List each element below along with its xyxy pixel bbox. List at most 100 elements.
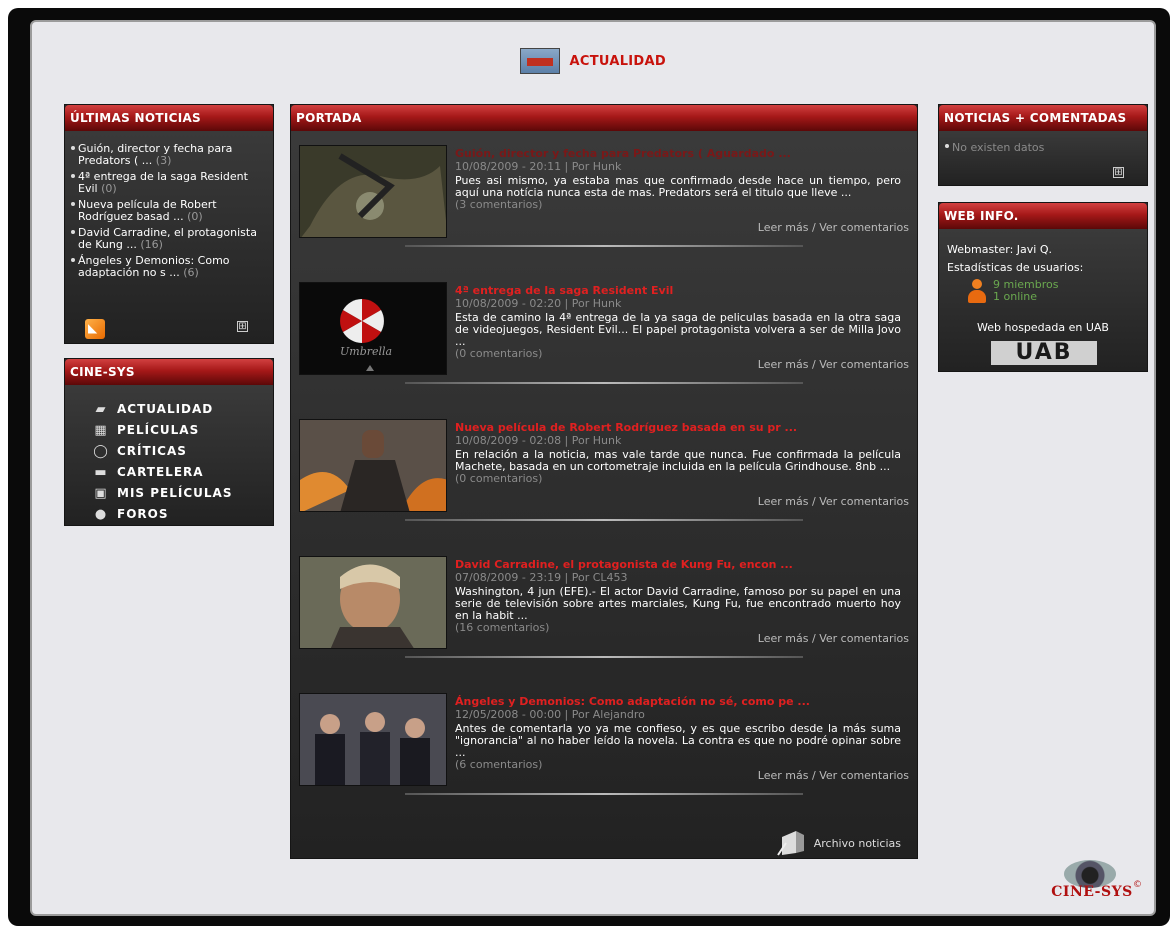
news-icon: ▰ — [95, 401, 107, 417]
article-links: Leer más / Ver comentarios — [757, 221, 909, 234]
read-more-link[interactable]: Leer más — [758, 221, 809, 234]
read-more-link[interactable]: Leer más — [758, 495, 809, 508]
see-comments-link[interactable]: Ver comentarios — [819, 358, 909, 371]
latest-news-item[interactable]: Guión, director y fecha para Predators (… — [71, 143, 267, 167]
article-links: Leer más / Ver comentarios — [757, 358, 909, 371]
menu-item-peliculas[interactable]: ▦ PELÍCULAS — [91, 420, 273, 441]
front-page-body: Guión, director y fecha para Predators (… — [291, 131, 917, 858]
latest-news-item[interactable]: David Carradine, el protagonista de Kung… — [71, 227, 267, 251]
billboard-icon: ▬ — [94, 464, 108, 480]
article-meta: 10/08/2009 - 20:11 | Por Hunk — [455, 160, 622, 173]
article-thumbnail[interactable] — [299, 419, 447, 512]
article-meta: 07/08/2009 - 23:19 | Por CL453 — [455, 571, 628, 584]
expand-icon[interactable]: ⊞ — [237, 321, 248, 332]
article: Umbrella 4ª entrega de la saga Resident … — [299, 278, 909, 415]
article-summary: Esta de camino la 4ª entrega de la ya sa… — [455, 311, 901, 348]
article-links: Leer más / Ver comentarios — [757, 632, 909, 645]
see-comments-link[interactable]: Ver comentarios — [819, 221, 909, 234]
article-thumbnail[interactable]: Umbrella — [299, 282, 447, 375]
see-comments-link[interactable]: Ver comentarios — [819, 495, 909, 508]
archive-link[interactable]: Archivo noticias — [776, 829, 901, 857]
page-container: ACTUALIDAD ÚLTIMAS NOTICIAS Guión, direc… — [30, 20, 1156, 916]
article-title[interactable]: Guión, director y fecha para Predators (… — [455, 147, 901, 160]
expand-icon[interactable]: ⊞ — [1113, 167, 1124, 178]
web-info-body: Webmaster: Javi Q. Estadísticas de usuar… — [939, 229, 1147, 371]
article-links: Leer más / Ver comentarios — [757, 495, 909, 508]
latest-news-item[interactable]: 4ª entrega de la saga Resident Evil (0) — [71, 171, 267, 195]
article-title[interactable]: 4ª entrega de la saga Resident Evil — [455, 284, 901, 297]
archive-icon — [776, 829, 808, 857]
uab-logo[interactable]: UAB — [991, 341, 1097, 365]
read-more-link[interactable]: Leer más — [758, 632, 809, 645]
most-commented-panel: NOTICIAS + COMENTADAS No existen datos ⊞ — [938, 104, 1148, 186]
article-content: Nueva película de Robert Rodríguez basad… — [455, 421, 901, 485]
see-comments-link[interactable]: Ver comentarios — [819, 769, 909, 782]
article-comment-count: (3 comentarios) — [455, 198, 543, 211]
svg-text:Umbrella: Umbrella — [340, 345, 392, 358]
article-summary: Washington, 4 jun (EFE).- El actor David… — [455, 585, 901, 622]
article-meta: 10/08/2009 - 02:08 | Por Hunk — [455, 434, 622, 447]
latest-news-body: Guión, director y fecha para Predators (… — [65, 131, 273, 343]
web-info-panel: WEB INFO. Webmaster: Javi Q. Estadística… — [938, 202, 1148, 372]
archive-label[interactable]: Archivo noticias — [814, 837, 901, 850]
no-data-text: No existen datos — [945, 141, 1141, 154]
main-menu-panel: CINE-SYS ▰ ACTUALIDAD ▦ PELÍCULAS ◯ CRÍTICA… — [64, 358, 274, 526]
article-summary: En relación a la noticia, mas vale tarde… — [455, 448, 901, 473]
most-commented-title: NOTICIAS + COMENTADAS — [939, 105, 1147, 131]
menu-item-foros[interactable]: ● FOROS — [91, 504, 273, 525]
article-title[interactable]: Ángeles y Demonios: Como adaptación no s… — [455, 695, 901, 708]
hosted-text: Web hospedada en UAB — [977, 321, 1109, 334]
my-movies-icon: ▣ — [94, 485, 108, 501]
menu-item-cartelera[interactable]: ▬ CARTELERA — [91, 462, 273, 483]
article-thumbnail[interactable] — [299, 693, 447, 786]
menu-item-actualidad[interactable]: ▰ ACTUALIDAD — [91, 399, 273, 420]
divider — [405, 656, 803, 658]
article-summary: Pues asi mismo, ya estaba mas que confir… — [455, 174, 901, 199]
latest-news-item[interactable]: Nueva película de Robert Rodríguez basad… — [71, 199, 267, 223]
article-title[interactable]: Nueva película de Robert Rodríguez basad… — [455, 421, 901, 434]
article-content: 4ª entrega de la saga Resident Evil 10/0… — [455, 284, 901, 360]
article-meta: 10/08/2009 - 02:20 | Por Hunk — [455, 297, 622, 310]
article-thumbnail[interactable] — [299, 556, 447, 649]
user-stats: 9 miembros 1 online — [967, 279, 1058, 305]
article: Ángeles y Demonios: Como adaptación no s… — [299, 689, 909, 826]
read-more-link[interactable]: Leer más — [758, 769, 809, 782]
article: David Carradine, el protagonista de Kung… — [299, 552, 909, 689]
news-icon — [520, 48, 561, 74]
divider — [405, 382, 803, 384]
divider — [405, 793, 803, 795]
read-more-link[interactable]: Leer más — [758, 358, 809, 371]
most-commented-body: No existen datos ⊞ — [939, 131, 1147, 185]
main-menu-title: CINE-SYS — [65, 359, 273, 385]
front-page-title: PORTADA — [291, 105, 917, 131]
main-menu: ▰ ACTUALIDAD ▦ PELÍCULAS ◯ CRÍTICAS ▬ CARTEL… — [91, 399, 273, 525]
online-count: 1 online — [993, 290, 1038, 303]
article: Guión, director y fecha para Predators (… — [299, 141, 909, 278]
rss-icon[interactable] — [85, 319, 105, 339]
divider — [405, 519, 803, 521]
article-title[interactable]: David Carradine, el protagonista de Kung… — [455, 558, 901, 571]
article-summary: Antes de comentarla yo ya me confieso, y… — [455, 722, 901, 759]
front-page-panel: PORTADA Guión, director y fecha para Pre… — [290, 104, 918, 859]
latest-news-list: Guión, director y fecha para Predators (… — [71, 143, 267, 279]
page-header: ACTUALIDAD — [32, 48, 1154, 78]
outer-frame: ACTUALIDAD ÚLTIMAS NOTICIAS Guión, direc… — [8, 8, 1170, 926]
article-thumbnail[interactable] — [299, 145, 447, 238]
users-icon — [967, 279, 987, 305]
article: Nueva película de Robert Rodríguez basad… — [299, 415, 909, 552]
latest-news-item[interactable]: Ángeles y Demonios: Como adaptación no s… — [71, 255, 267, 279]
menu-item-criticas[interactable]: ◯ CRÍTICAS — [91, 441, 273, 462]
article-meta: 12/05/2008 - 00:00 | Por Alejandro — [455, 708, 645, 721]
article-content: Guión, director y fecha para Predators (… — [455, 147, 901, 211]
article-comment-count: (0 comentarios) — [455, 472, 543, 485]
film-icon: ▦ — [94, 422, 108, 438]
logo-text: CINE-SYS — [1051, 884, 1133, 900]
latest-news-panel: ÚLTIMAS NOTICIAS Guión, director y fecha… — [64, 104, 274, 344]
globe-icon: ● — [94, 506, 108, 522]
webmaster-text: Webmaster: Javi Q. — [947, 243, 1052, 256]
web-info-title: WEB INFO. — [939, 203, 1147, 229]
see-comments-link[interactable]: Ver comentarios — [819, 632, 909, 645]
copyright-symbol: © — [1133, 880, 1142, 890]
menu-item-mis-peliculas[interactable]: ▣ MIS PELÍCULAS — [91, 483, 273, 504]
page-title: ACTUALIDAD — [569, 53, 666, 69]
